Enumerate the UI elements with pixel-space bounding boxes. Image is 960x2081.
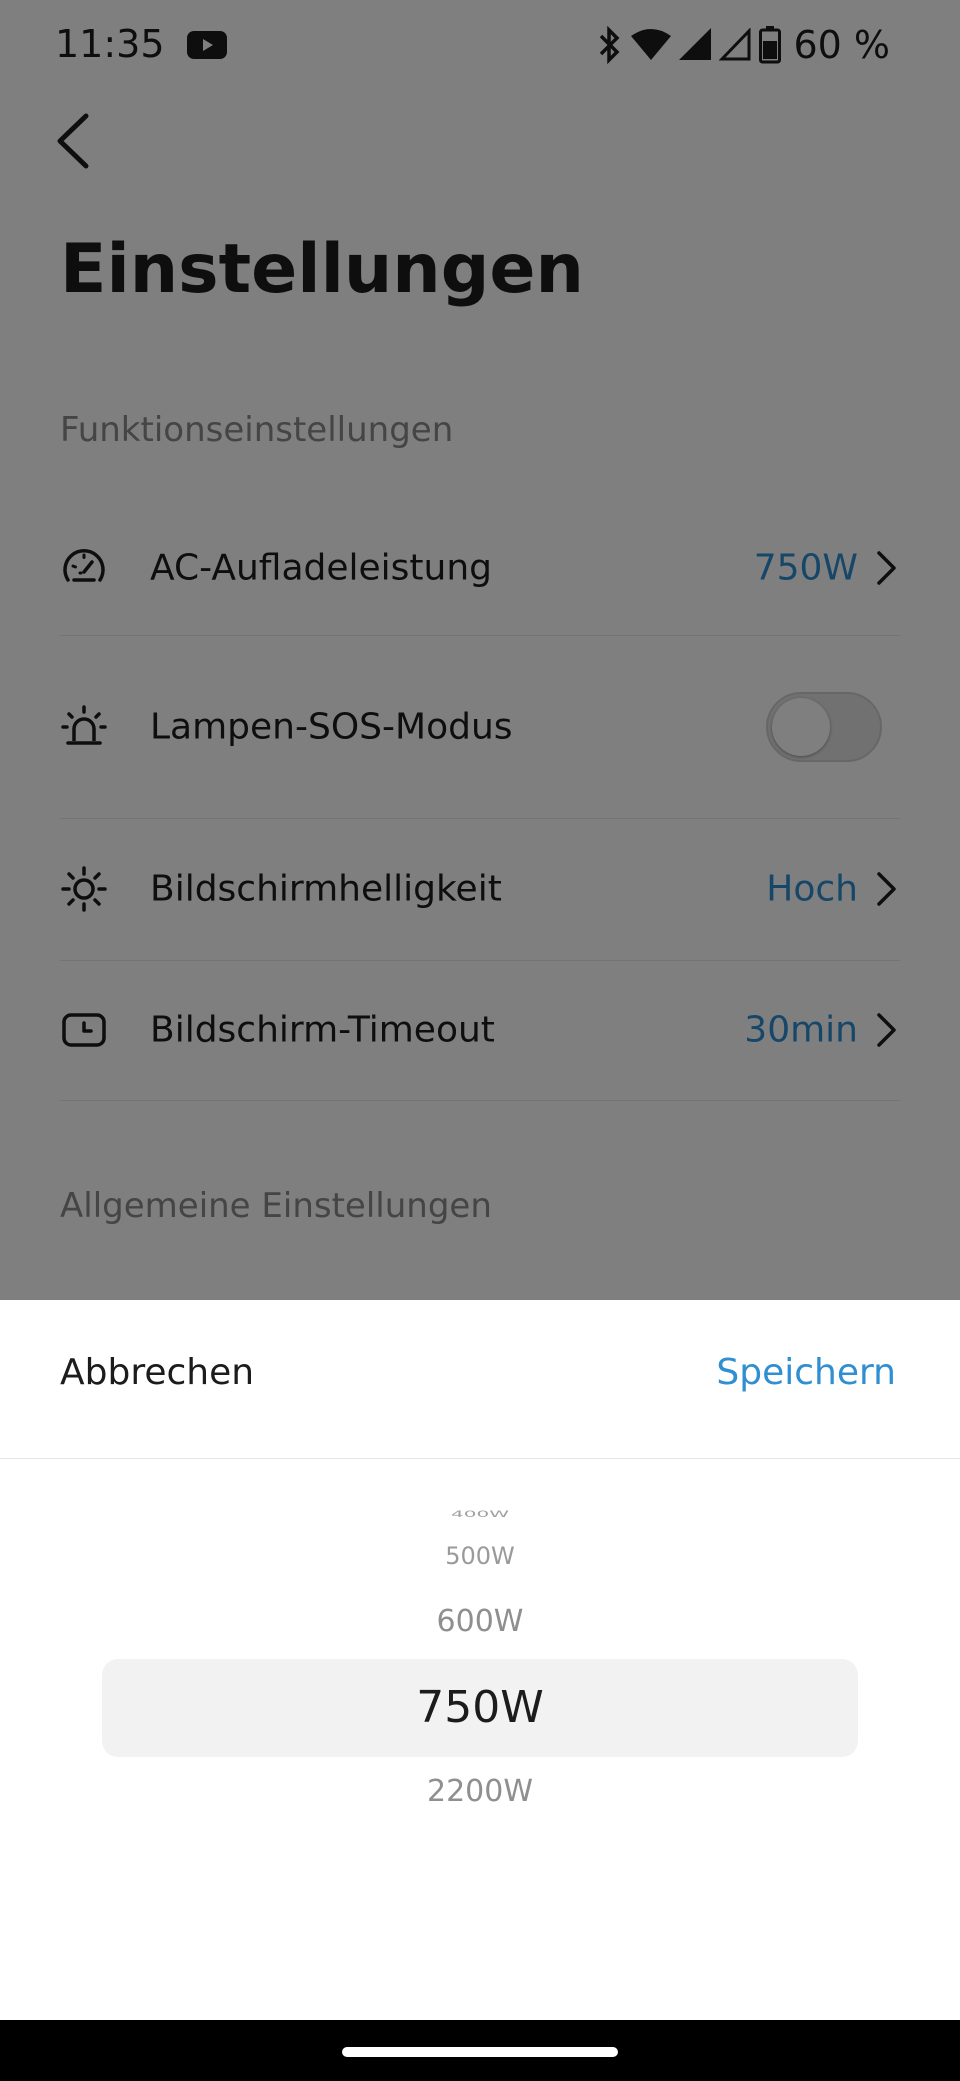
cancel-button[interactable]: Abbrechen <box>60 1352 254 1393</box>
modal-backdrop[interactable] <box>0 0 960 1300</box>
sheet-header: Abbrechen Speichern <box>0 1300 960 1459</box>
picker-option-500w[interactable]: 500W <box>0 1542 960 1570</box>
picker-option-600w[interactable]: 600W <box>0 1604 960 1639</box>
settings-page: 11:35 60 % <box>0 0 960 2081</box>
picker-option-selected[interactable]: 750W <box>0 1682 960 1733</box>
system-navigation-bar <box>0 2020 960 2081</box>
picker-option-400w[interactable]: 400W <box>0 1509 960 1520</box>
power-picker-wheel[interactable]: 400W 500W 600W 750W 2200W <box>0 1458 960 1878</box>
home-indicator[interactable] <box>342 2047 618 2057</box>
save-button[interactable]: Speichern <box>716 1352 896 1393</box>
picker-option-2200w[interactable]: 2200W <box>0 1774 960 1809</box>
value-picker-sheet: Abbrechen Speichern 400W 500W 600W 750W … <box>0 1300 960 2020</box>
